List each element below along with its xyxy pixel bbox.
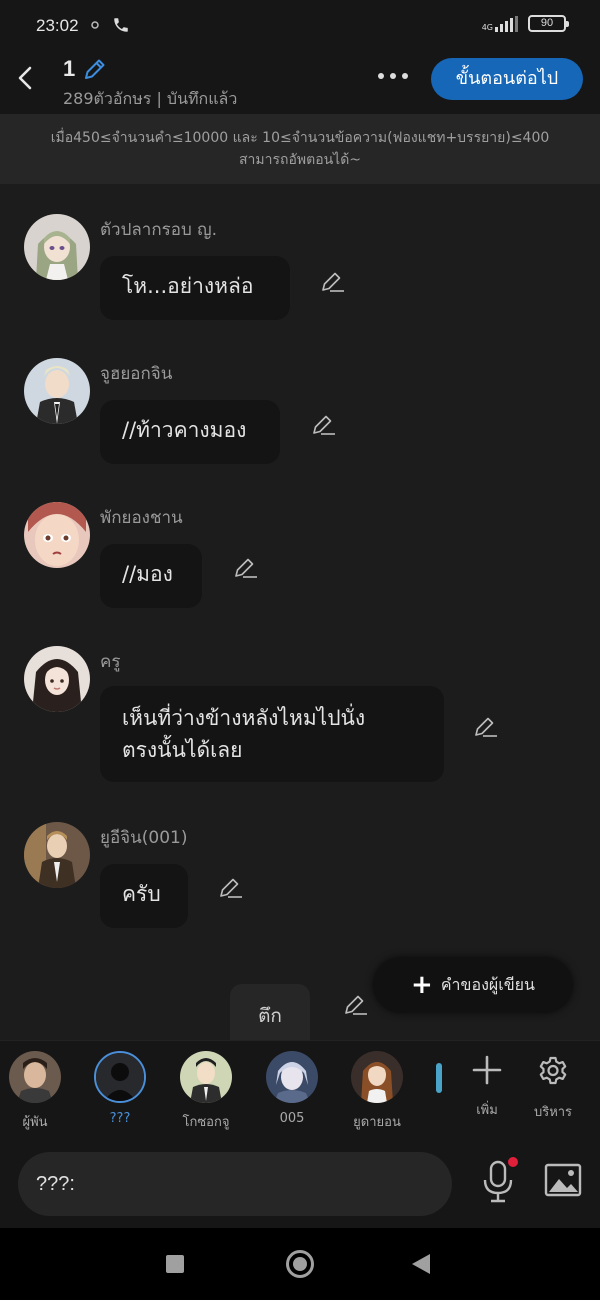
edit-icon[interactable] xyxy=(473,714,499,740)
next-step-button[interactable]: ขั้นตอนต่อไป xyxy=(431,58,583,100)
message-text-line-2: ตรงนั้นได้เลย xyxy=(122,738,243,762)
header: 1 289ตัวอักษร | บันทึกแล้ว ขั้นตอนต่อไป xyxy=(0,54,600,114)
more-options-icon[interactable] xyxy=(376,66,410,86)
avatar[interactable] xyxy=(24,214,90,280)
sender-name: จูฮยอกจิน xyxy=(100,364,173,384)
sender-name: ตัวปลากรอบ ญ. xyxy=(100,220,218,240)
avatar[interactable] xyxy=(24,646,90,712)
edit-icon[interactable] xyxy=(343,992,369,1018)
battery-icon: 90 xyxy=(528,15,569,32)
upload-requirement-notice: เมื่อ450≤จำนวนคำ≤10000 และ 10≤จำนวนข้อคว… xyxy=(0,114,600,184)
status-bar: 23:02 4G 90 xyxy=(0,0,600,54)
battery-level: 90 xyxy=(540,17,554,29)
plus-icon xyxy=(472,1055,502,1085)
avatar xyxy=(266,1051,318,1103)
page-title: 1 xyxy=(63,56,76,81)
notification-icon xyxy=(91,21,99,29)
character-item-selected[interactable]: ??? xyxy=(85,1051,155,1126)
add-character-button[interactable]: เพิ่ม xyxy=(462,1055,512,1120)
manage-characters-button[interactable]: บริหาร xyxy=(525,1055,581,1122)
recording-indicator-dot xyxy=(508,1157,518,1167)
input-bar: ???: xyxy=(0,1140,600,1228)
message-input[interactable]: ???: xyxy=(18,1152,452,1216)
manage-characters-label: บริหาร xyxy=(533,1105,573,1120)
character-bar: ผู้พัน ??? โกซอกจู 005 ยูดายอน เพิ่ม บริ… xyxy=(0,1040,600,1140)
message-bubble[interactable]: โห...อย่างหล่อ xyxy=(100,256,290,320)
sender-name: ยูอีจิน(001) xyxy=(100,828,188,848)
character-name: โกซอกจู xyxy=(182,1115,230,1130)
recent-apps-button[interactable] xyxy=(166,1255,184,1273)
phone-icon xyxy=(114,18,128,32)
avatar xyxy=(94,1051,146,1103)
next-character-peek xyxy=(436,1063,442,1093)
signal-icon: 4G xyxy=(481,15,518,32)
add-character-label: เพิ่ม xyxy=(476,1103,498,1118)
character-item[interactable]: 005 xyxy=(257,1051,327,1126)
notice-line-1: เมื่อ450≤จำนวนคำ≤10000 และ 10≤จำนวนข้อคว… xyxy=(50,130,550,146)
message-bubble[interactable]: //มอง xyxy=(100,544,202,608)
character-item[interactable]: ผู้พัน xyxy=(0,1051,70,1132)
home-button[interactable] xyxy=(286,1250,314,1278)
narration-bubble[interactable]: ตึก xyxy=(230,984,310,1044)
character-item[interactable]: โกซอกจู xyxy=(171,1051,241,1132)
avatar xyxy=(351,1051,403,1103)
back-icon[interactable] xyxy=(12,60,40,96)
avatar[interactable] xyxy=(24,502,90,568)
character-item[interactable]: ยูดายอน xyxy=(342,1051,412,1132)
edit-icon[interactable] xyxy=(233,555,259,581)
message-bubble[interactable]: //ท้าวคางมอง xyxy=(100,400,280,464)
edit-icon[interactable] xyxy=(311,412,337,438)
character-name: 005 xyxy=(279,1111,305,1126)
message-bubble[interactable]: ครับ xyxy=(100,864,188,928)
author-note-label: คำของผู้เขียน xyxy=(440,974,535,994)
avatar[interactable] xyxy=(24,358,90,424)
network-label: 4G xyxy=(481,22,493,32)
image-icon[interactable] xyxy=(544,1162,582,1198)
author-note-button[interactable]: + คำของผู้เขียน xyxy=(373,957,573,1013)
notice-line-2: สามารถอัพตอนได้~ xyxy=(238,152,362,168)
sender-name: พักยองชาน xyxy=(100,508,183,528)
plus-icon: + xyxy=(411,970,433,1000)
status-time: 23:02 xyxy=(36,16,79,35)
character-name: ผู้พัน xyxy=(22,1115,48,1130)
message-bubble[interactable]: เห็นที่ว่างข้างหลังไหมไปนั่ง ตรงนั้นได้เ… xyxy=(100,686,444,782)
android-nav-bar xyxy=(0,1228,600,1300)
message-text-line-1: เห็นที่ว่างข้างหลังไหมไปนั่ง xyxy=(122,706,366,730)
avatar[interactable] xyxy=(24,822,90,888)
character-name: ยูดายอน xyxy=(353,1115,401,1130)
edit-title-icon[interactable] xyxy=(82,56,108,82)
character-count-status: 289ตัวอักษร | บันทึกแล้ว xyxy=(63,89,238,108)
edit-icon[interactable] xyxy=(218,875,244,901)
avatar xyxy=(180,1051,232,1103)
character-name: ??? xyxy=(109,1111,131,1126)
sender-name: ครู xyxy=(100,652,121,672)
gear-icon xyxy=(539,1056,567,1085)
edit-icon[interactable] xyxy=(320,269,346,295)
back-button[interactable] xyxy=(412,1254,430,1274)
avatar xyxy=(9,1051,61,1103)
